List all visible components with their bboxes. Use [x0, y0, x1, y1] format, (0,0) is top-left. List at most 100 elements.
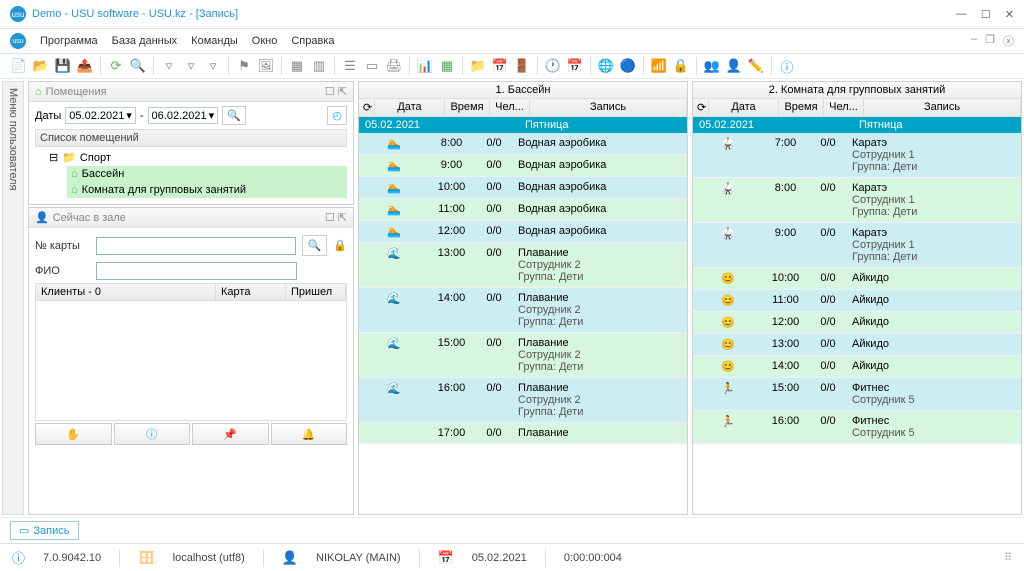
rss-icon[interactable]: 📶 [650, 57, 668, 75]
bell-button[interactable]: 🔔 [271, 423, 348, 445]
col-time[interactable]: Время [445, 99, 490, 116]
schedule-row[interactable]: 😊13:000/0Айкидо [693, 334, 1021, 356]
chart-icon[interactable]: 📊 [416, 57, 434, 75]
excel-icon[interactable]: ▦ [438, 57, 456, 75]
search-dates-button[interactable]: 🔍 [222, 106, 246, 125]
filter3-icon[interactable]: ▿ [204, 57, 222, 75]
menu-commands[interactable]: Команды [191, 35, 238, 47]
refresh-icon[interactable]: ⟳ [107, 57, 125, 75]
flag-icon[interactable]: ⚑ [235, 57, 253, 75]
search-card-button[interactable]: 🔍 [302, 235, 328, 256]
menu-database[interactable]: База данных [112, 35, 178, 47]
schedule-row[interactable]: 🏃16:000/0ФитнесСотрудник 5 [693, 411, 1021, 444]
hand-button[interactable]: ✋ [35, 423, 112, 445]
chevron-down-icon[interactable]: ▾ [209, 109, 215, 122]
schedule-row[interactable]: 😊14:000/0Айкидо [693, 356, 1021, 378]
maximize-icon[interactable]: ☐ [981, 8, 991, 21]
schedule-row[interactable]: 🏊9:000/0Водная аэробика [359, 155, 687, 177]
date-icon[interactable]: 📅 [566, 57, 584, 75]
col-capacity[interactable]: Чел... [490, 99, 530, 116]
mdi-restore-icon[interactable]: ❐ [985, 33, 995, 49]
card-input[interactable] [96, 237, 296, 255]
filter-icon[interactable]: ▿ [160, 57, 178, 75]
panel-pin-icon[interactable]: ☐ [325, 85, 335, 98]
close-icon[interactable]: ✕ [1005, 8, 1014, 21]
grid2-icon[interactable]: ▥ [310, 57, 328, 75]
tab-record[interactable]: ▭Запись [10, 521, 79, 540]
schedule-row[interactable]: 🏊11:000/0Водная аэробика [359, 199, 687, 221]
refresh-col-icon[interactable]: ⟳ [359, 99, 375, 116]
col-date[interactable]: Дата [709, 99, 779, 116]
brush-icon[interactable]: ✏️ [747, 57, 765, 75]
schedule-row[interactable]: 😊11:000/0Айкидо [693, 290, 1021, 312]
user-icon[interactable]: 👤 [725, 57, 743, 75]
menu-program[interactable]: Программа [40, 35, 98, 47]
card-icon[interactable]: ▭ [363, 57, 381, 75]
exit-icon[interactable]: 🚪 [513, 57, 531, 75]
activity-icon: 🏊 [359, 133, 429, 154]
schedule-row[interactable]: 17:000/0Плавание [359, 423, 687, 444]
menu-help[interactable]: Справка [291, 35, 334, 47]
filter2-icon[interactable]: ▿ [182, 57, 200, 75]
date-from-input[interactable]: 05.02.2021▾ [65, 107, 136, 124]
chevron-down-icon[interactable]: ▾ [126, 109, 132, 122]
image-icon[interactable]: 🖼 [257, 57, 275, 75]
schedule-row[interactable]: 🏊8:000/0Водная аэробика [359, 133, 687, 155]
tree-root-sport[interactable]: ⊟📁Спорт [45, 149, 347, 166]
schedule-row[interactable]: 🏃15:000/0ФитнесСотрудник 5 [693, 378, 1021, 411]
schedule-row[interactable]: 🌊16:000/0ПлаваниеСотрудник 2Группа: Дети [359, 378, 687, 423]
schedule-row[interactable]: 🌊13:000/0ПлаваниеСотрудник 2Группа: Дети [359, 243, 687, 288]
print-icon[interactable]: 🖨 [385, 57, 403, 75]
panel-pin-icon[interactable]: ☐ [325, 211, 335, 224]
search-icon[interactable]: 🔍 [129, 57, 147, 75]
resize-grip-icon[interactable]: ⠿ [1004, 551, 1012, 564]
schedule-row[interactable]: 🌊14:000/0ПлаваниеСотрудник 2Группа: Дети [359, 288, 687, 333]
panel-pin2-icon[interactable]: ⇱ [338, 85, 347, 98]
minimize-icon[interactable]: — [956, 8, 967, 21]
sidetab-usermenu[interactable]: Меню пользователя [2, 81, 24, 515]
info-icon[interactable]: ⓘ [778, 57, 796, 75]
lock-icon[interactable]: 🔒 [333, 239, 347, 252]
col-date[interactable]: Дата [375, 99, 445, 116]
users-icon[interactable]: 👥 [703, 57, 721, 75]
panel-pin2-icon[interactable]: ⇱ [338, 211, 347, 224]
cal-icon[interactable]: 📅 [491, 57, 509, 75]
collapse-icon[interactable]: ⊟ [49, 151, 58, 164]
schedule-row[interactable]: 🥋7:000/0КаратэСотрудник 1Группа: Дети [693, 133, 1021, 178]
tree-room-pool[interactable]: ⌂Бассейн [67, 166, 347, 182]
fio-input[interactable] [96, 262, 297, 280]
world-icon[interactable]: 🌐 [597, 57, 615, 75]
schedule-row[interactable]: 😊10:000/0Айкидо [693, 268, 1021, 290]
schedule-row[interactable]: 😊12:000/0Айкидо [693, 312, 1021, 334]
schedule-row[interactable]: 🥋9:000/0КаратэСотрудник 1Группа: Дети [693, 223, 1021, 268]
schedule-row[interactable]: 🏊10:000/0Водная аэробика [359, 177, 687, 199]
menu-window[interactable]: Окно [252, 35, 278, 47]
grid-icon[interactable]: ▦ [288, 57, 306, 75]
col-record[interactable]: Запись [530, 99, 687, 116]
col-record[interactable]: Запись [864, 99, 1021, 116]
clock-button[interactable]: ◴ [327, 106, 347, 125]
schedule-row[interactable]: 🏊12:000/0Водная аэробика [359, 221, 687, 243]
refresh-col-icon[interactable]: ⟳ [693, 99, 709, 116]
schedule-row[interactable]: 🌊15:000/0ПлаваниеСотрудник 2Группа: Дети [359, 333, 687, 378]
new-icon[interactable]: 📄 [10, 57, 28, 75]
save-icon[interactable]: 💾 [54, 57, 72, 75]
open-icon[interactable]: 📂 [32, 57, 50, 75]
info-button[interactable]: ⓘ [114, 423, 191, 445]
pin-button[interactable]: 📌 [192, 423, 269, 445]
col-time[interactable]: Время [779, 99, 824, 116]
activity-icon: 😊 [693, 334, 763, 355]
list-icon[interactable]: ☰ [341, 57, 359, 75]
schedule-row[interactable]: 🥋8:000/0КаратэСотрудник 1Группа: Дети [693, 178, 1021, 223]
clock-icon[interactable]: 🕐 [544, 57, 562, 75]
tree-room-group[interactable]: ⌂Комната для групповых занятий [67, 182, 347, 198]
export-icon[interactable]: 📤 [76, 57, 94, 75]
mdi-minimize-icon[interactable]: – [971, 33, 977, 49]
folder-icon[interactable]: 📁 [469, 57, 487, 75]
color-icon[interactable]: 🔵 [619, 57, 637, 75]
lock-icon[interactable]: 🔒 [672, 57, 690, 75]
entry-capacity: 0/0 [808, 378, 848, 410]
date-to-input[interactable]: 06.02.2021▾ [148, 107, 219, 124]
mdi-close-icon[interactable]: ⓧ [1003, 33, 1014, 49]
col-capacity[interactable]: Чел... [824, 99, 864, 116]
